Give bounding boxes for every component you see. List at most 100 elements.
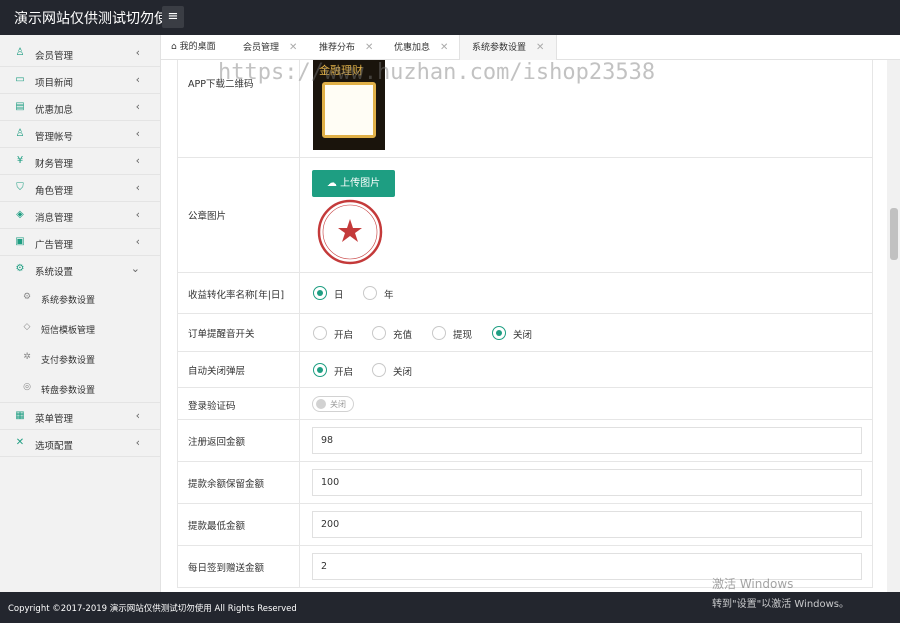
tab-system-params[interactable]: 系统参数设置 ✕: [459, 35, 558, 60]
row-label-cell: 订单提醒音开关: [178, 314, 300, 351]
book-icon: ▭: [15, 74, 25, 85]
tab-label: 系统参数设置: [472, 43, 527, 53]
captcha-switch[interactable]: 关闭: [312, 396, 354, 412]
sidebar-item-label: 菜单管理: [35, 414, 74, 425]
sidebar-item-coupon[interactable]: ▤ 优惠加息 ‹: [0, 94, 160, 121]
close-icon[interactable]: ✕: [365, 42, 373, 53]
menu-toggle-icon[interactable]: ≡: [162, 6, 184, 28]
sidebar-item-member[interactable]: ♙ 会员管理 ‹: [0, 40, 160, 67]
radio-label: 开启: [334, 367, 354, 378]
sidebar-subitem-wheel[interactable]: ◎ 转盘参数设置: [0, 373, 160, 403]
sidebar-item-news[interactable]: ▭ 项目新闻 ‹: [0, 67, 160, 94]
radio-label: 开启: [334, 330, 354, 341]
sidebar-subitem-payment[interactable]: ✲ 支付参数设置: [0, 343, 160, 373]
close-icon[interactable]: ✕: [536, 42, 544, 53]
withdraw-reserve-label: 提款余额保留金额: [188, 479, 265, 490]
radio-label: 关闭: [513, 330, 533, 341]
sidebar-item-options[interactable]: ✕ 选项配置 ‹: [0, 430, 160, 457]
withdraw-reserve-input[interactable]: [312, 469, 862, 496]
sidebar-item-label: 管理帐号: [35, 132, 74, 143]
register-bonus-input[interactable]: [312, 427, 862, 454]
seal-image: [317, 199, 383, 265]
radio-circle: [313, 363, 327, 377]
row-label-cell: 每日签到赠送金额: [178, 546, 300, 587]
radio-circle: [432, 326, 446, 340]
switch-knob: [316, 399, 326, 409]
sidebar-item-ads[interactable]: ▣ 广告管理 ‹: [0, 229, 160, 256]
radio-label: 日: [334, 290, 344, 301]
row-label-cell: 自动关闭弹层: [178, 352, 300, 387]
brand-title: 演示网站仅供测试切勿使: [14, 11, 168, 27]
message-icon: ◈: [16, 209, 24, 220]
seal-label: 公章图片: [188, 211, 227, 222]
rate-name-label: 收益转化率名称[年|日]: [188, 290, 285, 301]
tab-label: 推荐分布: [319, 43, 356, 53]
sidebar-item-label: 系统设置: [35, 267, 74, 278]
radio-label: 充值: [393, 330, 413, 341]
sidebar-item-finance[interactable]: ¥ 财务管理 ‹: [0, 148, 160, 175]
sidebar-item-accounts[interactable]: ♙ 管理帐号 ‹: [0, 121, 160, 148]
close-icon[interactable]: ✕: [289, 42, 297, 53]
radio-circle: [313, 326, 327, 340]
tools-icon: ✕: [15, 437, 25, 448]
sidebar-item-roles[interactable]: ⛉ 角色管理 ‹: [0, 175, 160, 202]
windows-activation-hint: 转到"设置"以激活 Windows。: [712, 599, 850, 610]
chevron-left-icon: ‹: [135, 235, 140, 248]
chevron-left-icon: ‹: [135, 100, 140, 113]
chevron-left-icon: ‹: [135, 46, 140, 59]
tab-coupon[interactable]: 优惠加息 ✕: [394, 35, 448, 60]
content-scrollbar[interactable]: [887, 60, 900, 592]
row-order-alert: 订单提醒音开关 开启 充值 提现 关闭: [178, 314, 872, 352]
checkin-bonus-label: 每日签到赠送金额: [188, 563, 265, 574]
row-register-bonus: 注册返回金额: [178, 420, 872, 462]
upload-image-button[interactable]: ☁ 上传图片: [312, 170, 395, 197]
radio-circle: [313, 286, 327, 300]
switch-label: 关闭: [330, 400, 346, 409]
sidebar-subitem-sms-templates[interactable]: ◇ 短信模板管理: [0, 313, 160, 343]
tab-referral[interactable]: 推荐分布 ✕: [319, 35, 373, 60]
tab-member[interactable]: 会员管理 ✕: [243, 35, 297, 60]
order-alert-label: 订单提醒音开关: [188, 329, 255, 340]
sidebar-item-menus[interactable]: ▦ 菜单管理 ‹: [0, 403, 160, 430]
radio-label: 提现: [453, 330, 473, 341]
sidebar-item-system[interactable]: ⚙ 系统设置 ⌄: [0, 256, 160, 283]
row-label-cell: 提款最低金额: [178, 504, 300, 545]
pay-icon: ✲: [23, 352, 31, 362]
radio-circle: [372, 326, 386, 340]
radio-label: 关闭: [393, 367, 413, 378]
coupon-icon: ▤: [15, 101, 25, 112]
sidebar-subitem-label: 系统参数设置: [41, 296, 96, 306]
row-seal: 公章图片 ☁ 上传图片: [178, 158, 872, 273]
upload-button-label: 上传图片: [340, 178, 381, 189]
radio-circle: [492, 326, 506, 340]
withdraw-min-input[interactable]: [312, 511, 862, 538]
sidebar-item-messages[interactable]: ◈ 消息管理 ‹: [0, 202, 160, 229]
chevron-down-icon: ⌄: [130, 262, 140, 275]
row-label-cell: 公章图片: [178, 158, 300, 272]
withdraw-min-label: 提款最低金额: [188, 521, 246, 532]
tag-icon: ◇: [23, 322, 31, 332]
sidebar-item-label: 消息管理: [35, 213, 74, 224]
sidebar-item-label: 角色管理: [35, 186, 74, 197]
tab-desktop[interactable]: ⌂ 我的桌面: [171, 35, 216, 60]
yen-icon: ¥: [16, 155, 24, 166]
sidebar-subitem-label: 转盘参数设置: [41, 386, 96, 396]
wheel-icon: ◎: [23, 382, 31, 392]
row-rate-name: 收益转化率名称[年|日] 日 年: [178, 273, 872, 314]
row-captcha: 登录验证码 关闭: [178, 388, 872, 420]
captcha-label: 登录验证码: [188, 401, 236, 412]
sidebar-subitem-label: 支付参数设置: [41, 356, 96, 366]
close-icon[interactable]: ✕: [440, 42, 448, 53]
sidebar-item-label: 项目新闻: [35, 78, 74, 89]
sidebar-item-label: 广告管理: [35, 240, 74, 251]
radio-circle: [372, 363, 386, 377]
scroll-thumb[interactable]: [890, 208, 898, 260]
users-icon: ♙: [15, 128, 25, 139]
chevron-left-icon: ‹: [135, 436, 140, 449]
sidebar-item-label: 选项配置: [35, 441, 74, 452]
sidebar-subitem-system-params[interactable]: ⚙ 系统参数设置: [0, 283, 160, 313]
chevron-left-icon: ‹: [135, 73, 140, 86]
qrcode-frame: [322, 82, 376, 138]
sidebar-item-label: 会员管理: [35, 51, 74, 62]
sidebar: ♙ 会员管理 ‹ ▭ 项目新闻 ‹ ▤ 优惠加息 ‹ ♙ 管理帐号 ‹ ¥ 财务…: [0, 35, 161, 592]
